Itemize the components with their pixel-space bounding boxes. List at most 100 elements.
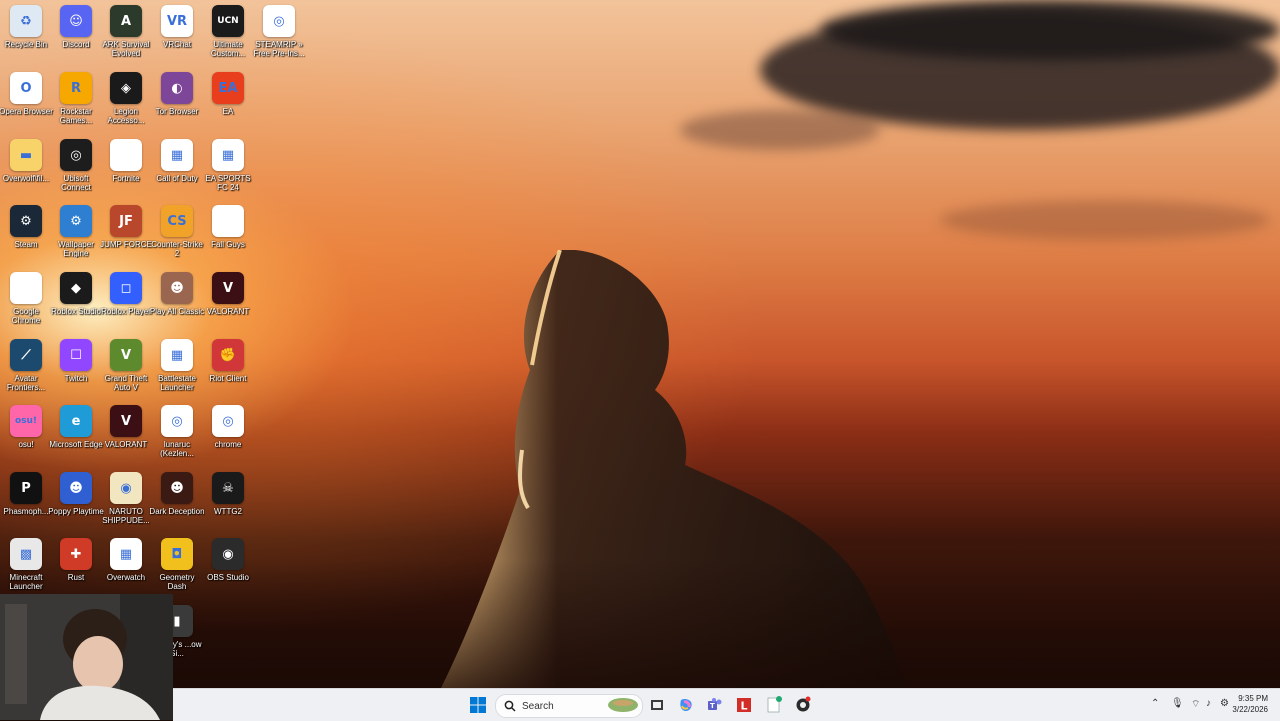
- desktop-icon[interactable]: R Rockstar Games...: [50, 72, 102, 125]
- desktop-icon[interactable]: ◉ NARUTO SHIPPUDE...: [100, 472, 152, 525]
- taskbar-clock[interactable]: 9:35 PM 3/22/2026: [1232, 693, 1268, 715]
- minecraft-icon: ▩: [10, 538, 42, 570]
- clock-time: 9:35 PM: [1238, 694, 1268, 703]
- desktop-icon[interactable]: ▦ Battlestate Launcher: [151, 339, 203, 392]
- discord-icon: ☺: [60, 5, 92, 37]
- desktop-icon[interactable]: A ARK Survival Evolved: [100, 5, 152, 58]
- desktop-icon[interactable]: ◎ Ubisoft Connect: [50, 139, 102, 192]
- desktop-icon-label: WTTG2: [214, 507, 242, 516]
- desktop-icon[interactable]: ☻ Dark Deception: [149, 472, 205, 516]
- wallpaper-cloud: [940, 200, 1270, 240]
- desktop-icon[interactable]: ♻ Recycle Bin: [0, 5, 52, 49]
- wallpaper-cloud: [680, 110, 880, 150]
- phasmophobia-icon: P: [10, 472, 42, 504]
- battlestate-icon: ▦: [161, 339, 193, 371]
- desktop-icon-label: Recycle Bin: [4, 40, 48, 49]
- desktop-icon[interactable]: ⟋ Avatar Frontiers...: [0, 339, 52, 392]
- desktop-icon[interactable]: ▦ EA SPORTS FC 24: [202, 139, 254, 192]
- desktop-icon[interactable]: Fortnite: [100, 139, 152, 183]
- ea-icon: EA: [212, 72, 244, 104]
- desktop-icon[interactable]: P Phasmoph...: [0, 472, 52, 516]
- desktop-icon[interactable]: ⚙ Steam: [0, 205, 52, 249]
- desktop-icon[interactable]: ◎ STEAMRIP » Free Pre-Ins...: [253, 5, 305, 58]
- desktop-icon[interactable]: JF JUMP FORCE: [100, 205, 152, 249]
- windows-start-button[interactable]: [467, 694, 489, 716]
- desktop-icon[interactable]: ▦ Call of Duty: [151, 139, 203, 183]
- desktop-icon-label: OBS Studio: [207, 573, 249, 582]
- rockstar-icon: R: [60, 72, 92, 104]
- desktop-icon[interactable]: ✚ Rust: [50, 538, 102, 582]
- desktop-icon[interactable]: V VALORANT: [202, 272, 254, 316]
- desktop-icon[interactable]: ◉ OBS Studio: [202, 538, 254, 582]
- desktop-icon[interactable]: ⚙ Wallpaper Engine: [50, 205, 102, 258]
- desktop-icon[interactable]: CS Counter-Strike 2: [151, 205, 203, 258]
- desktop-icon-label: osu!: [18, 440, 34, 449]
- desktop-icon[interactable]: ◈ Legion Accesso...: [100, 72, 152, 125]
- opera-icon: O: [10, 72, 42, 104]
- desktop-icon[interactable]: V Grand Theft Auto V: [100, 339, 152, 392]
- desktop-icon[interactable]: ◎ lunaruc (Kezlen...: [151, 405, 203, 458]
- desktop-icon[interactable]: ◎ chrome: [202, 405, 254, 449]
- desktop-icon[interactable]: ☺ Discord: [50, 5, 102, 49]
- desktop-icon[interactable]: ☐ Twitch: [50, 339, 102, 383]
- desktop-icon[interactable]: osu! osu!: [0, 405, 52, 449]
- desktop-icon-label: EA: [222, 107, 234, 116]
- taskbar: Search T L ⌃ 🎙 ⌔ ♪ ⚙ 9:35 PM 3/22/2026: [173, 688, 1280, 721]
- desktop-icon[interactable]: ☠ WTTG2: [202, 472, 254, 516]
- desktop-icon-label: Geometry Dash: [159, 573, 195, 591]
- notepad-button[interactable]: [764, 694, 784, 716]
- svg-text:L: L: [741, 700, 748, 713]
- desktop-icon[interactable]: Google Chrome: [0, 272, 52, 325]
- desktop-icon[interactable]: ☻ Poppy Playtime: [48, 472, 104, 516]
- webcam-person: [0, 594, 173, 720]
- desktop-icon[interactable]: UCN Ultimate Custom...: [202, 5, 254, 58]
- clock-date: 3/22/2026: [1232, 705, 1268, 714]
- desktop-icon[interactable]: ◻ Roblox Player: [100, 272, 152, 316]
- desktop-icon[interactable]: ◐ Tor Browser: [151, 72, 203, 116]
- desktop-icon[interactable]: ✊ Riot Client: [202, 339, 254, 383]
- tray-microphone-icon[interactable]: 🎙: [1171, 698, 1184, 709]
- folder-icon: ▬: [10, 139, 42, 171]
- desktop-icon[interactable]: ▩ Minecraft Launcher: [0, 538, 52, 591]
- desktop-icon-label: Minecraft Launcher: [9, 573, 43, 591]
- desktop-icon-label: Opera Browser: [0, 107, 53, 116]
- lastpass-button[interactable]: L: [734, 694, 754, 716]
- tray-overflow-chevron-icon[interactable]: ⌃: [1151, 698, 1159, 709]
- desktop-icon-label: Overwatch: [106, 573, 146, 582]
- desktop-icon-label: Call of Duty: [156, 174, 198, 183]
- desktop-icon[interactable]: ☻ Play All Classic: [150, 272, 204, 316]
- desktop-icon-label: Roblox Studio: [51, 307, 101, 316]
- desktop-icon[interactable]: EA EA: [202, 72, 254, 116]
- osu-icon: osu!: [10, 405, 42, 437]
- tray-wifi-icon[interactable]: ⌔: [1191, 698, 1200, 711]
- desktop-icon[interactable]: ▬ Overwolf\fil...: [0, 139, 52, 183]
- teams-button[interactable]: T: [705, 694, 725, 716]
- copilot-icon: [680, 698, 692, 711]
- task-view-button[interactable]: [647, 694, 667, 716]
- desktop-icon-label: Ultimate Custom...: [210, 40, 246, 58]
- valorant-icon: V: [110, 405, 142, 437]
- naruto-icon: ◉: [110, 472, 142, 504]
- file-icon: [110, 139, 142, 171]
- desktop-icon[interactable]: V VALORANT: [100, 405, 152, 449]
- tray-speaker-icon[interactable]: ♪: [1206, 698, 1211, 709]
- legion-icon: ◈: [110, 72, 142, 104]
- desktop-icon[interactable]: ▦ Overwatch: [100, 538, 152, 582]
- desktop-icon[interactable]: Fall Guys: [202, 205, 254, 249]
- desktop-icon[interactable]: VR VRChat: [151, 5, 203, 49]
- copilot-button[interactable]: [676, 694, 696, 716]
- tray-settings-icon[interactable]: ⚙: [1220, 698, 1229, 709]
- obs-taskbar-button[interactable]: [793, 694, 813, 716]
- desktop-icon[interactable]: ◘ Geometry Dash: [151, 538, 203, 591]
- lastpass-icon: L: [737, 698, 751, 713]
- desktop-icon-label: chrome: [214, 440, 242, 449]
- dark-deception-icon: ☻: [161, 472, 193, 504]
- vrchat-icon: VR: [161, 5, 193, 37]
- desktop-icon-label: Dark Deception: [149, 507, 205, 516]
- roblox-studio-icon: ◆: [60, 272, 92, 304]
- desktop-icon-label: Phasmoph...: [3, 507, 49, 516]
- taskbar-search-box[interactable]: Search: [495, 694, 643, 718]
- desktop-icon[interactable]: O Opera Browser: [0, 72, 53, 116]
- desktop-icon[interactable]: ◆ Roblox Studio: [50, 272, 102, 316]
- desktop-icon[interactable]: e Microsoft Edge: [49, 405, 103, 449]
